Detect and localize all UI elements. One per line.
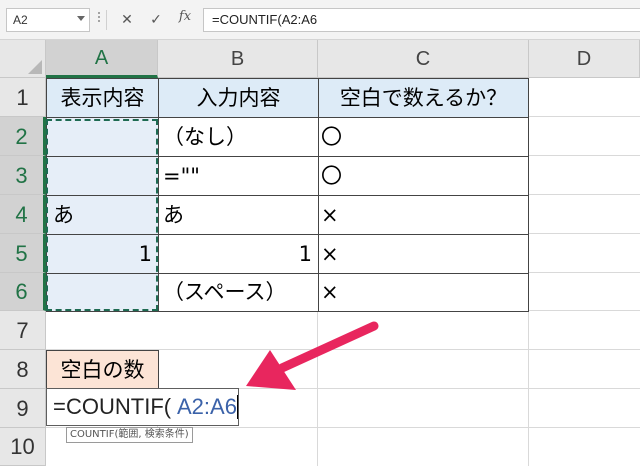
formula-input[interactable]: =COUNTIF(A2:A6 (203, 8, 640, 32)
column-header-c[interactable]: C (318, 40, 529, 78)
gridline (529, 194, 640, 195)
chevron-down-icon[interactable] (77, 16, 85, 21)
table-cell[interactable]: 〇 (318, 117, 529, 157)
table-cell[interactable]: （なし） (158, 117, 319, 157)
row-header-8[interactable]: 8 (0, 350, 46, 389)
table-header-count-blank[interactable]: 空白で数えるか？ (318, 78, 529, 118)
text-caret (237, 395, 238, 419)
table-cell[interactable]: （スペース） (158, 273, 319, 312)
column-header-d[interactable]: D (529, 40, 640, 78)
gridline (529, 233, 640, 234)
table-cell[interactable]: ="" (158, 156, 319, 196)
gridline (529, 116, 640, 117)
table-cell[interactable]: × (318, 234, 529, 274)
row-header-2[interactable]: 2 (0, 117, 46, 156)
select-all-button[interactable] (0, 40, 46, 78)
formula-function: COUNTIF( (66, 394, 172, 419)
table-cell[interactable]: あ (158, 195, 319, 235)
table-cell[interactable]: × (318, 195, 529, 235)
table-cell[interactable] (46, 117, 159, 157)
fx-icon[interactable]: fx (174, 9, 196, 31)
row-header-9[interactable]: 9 (0, 389, 46, 428)
row-header-7[interactable]: 7 (0, 311, 46, 350)
row-header-5[interactable]: 5 (0, 234, 46, 273)
row-header-10[interactable]: 10 (0, 428, 46, 466)
formula-equals: = (53, 394, 66, 419)
divider (106, 10, 107, 30)
name-box[interactable]: A2 (6, 8, 90, 32)
row-header-3[interactable]: 3 (0, 156, 46, 195)
column-header-b[interactable]: B (158, 40, 318, 78)
row-header-4[interactable]: 4 (0, 195, 46, 234)
gridline (317, 311, 318, 466)
gridline (529, 272, 640, 273)
gridline (529, 155, 640, 156)
table-header-display[interactable]: 表示内容 (46, 78, 159, 118)
formula-range-reference: A2:A6 (177, 394, 237, 419)
table-cell[interactable]: 1 (158, 234, 319, 274)
table-cell[interactable] (46, 156, 159, 196)
table-header-input[interactable]: 入力内容 (158, 78, 319, 118)
column-header-a[interactable]: A (46, 40, 158, 78)
cancel-icon[interactable]: ✕ (116, 9, 138, 31)
drag-handle-icon[interactable] (97, 12, 101, 28)
formula-bar: A2 ✕ ✓ fx =COUNTIF(A2:A6 (0, 0, 640, 40)
table-cell[interactable] (46, 273, 159, 312)
table-cell[interactable]: 〇 (318, 156, 529, 196)
table-cell[interactable]: 1 (46, 234, 159, 274)
select-all-icon (28, 60, 42, 74)
blank-count-label[interactable]: 空白の数 (46, 350, 159, 390)
table-cell[interactable]: あ (46, 195, 159, 235)
row-header-6[interactable]: 6 (0, 273, 46, 311)
function-tooltip: COUNTIF(範囲, 検索条件) (66, 427, 193, 443)
table-cell[interactable]: × (318, 273, 529, 312)
name-box-value: A2 (13, 13, 28, 27)
gridline (529, 310, 640, 311)
check-icon[interactable]: ✓ (145, 9, 167, 31)
row-header-1[interactable]: 1 (0, 78, 46, 117)
